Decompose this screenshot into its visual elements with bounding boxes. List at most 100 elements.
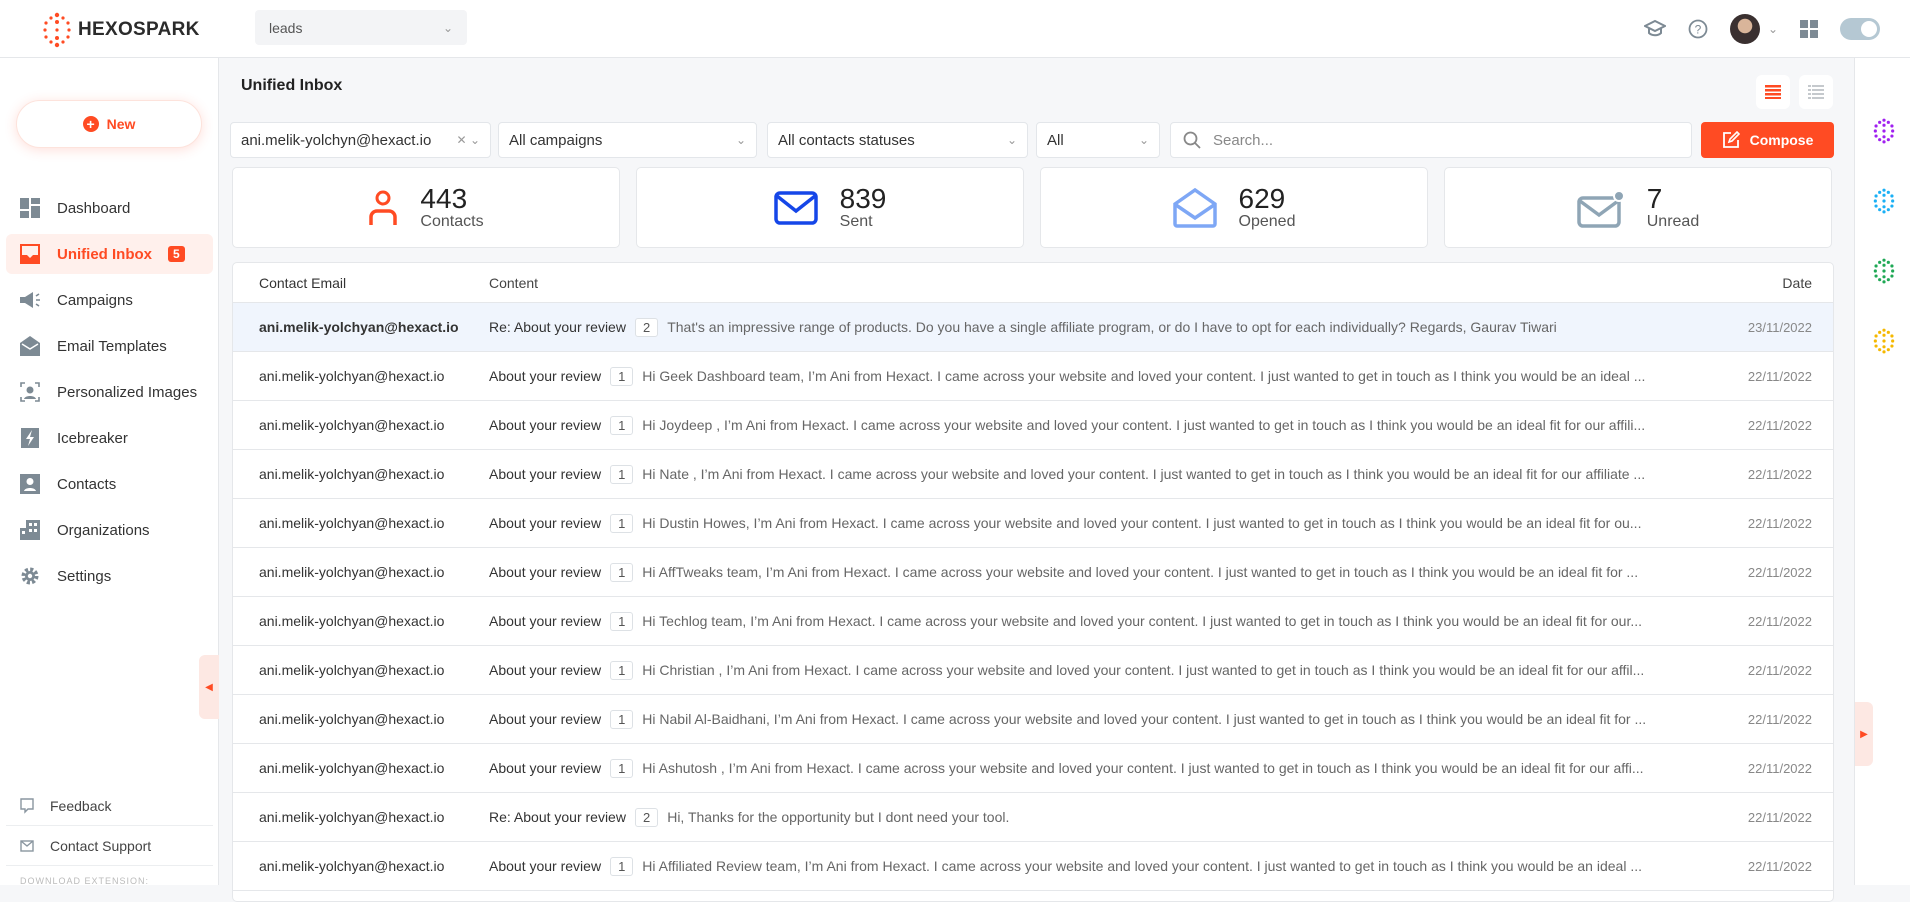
app-blue-icon[interactable] [1871,188,1897,214]
table-row[interactable]: ani.melik-yolchyan@hexact.io About your … [233,597,1833,646]
feedback-link[interactable]: Feedback [6,786,213,826]
sidebar-item-campaigns[interactable]: Campaigns [6,280,213,320]
message-count: 1 [610,611,634,631]
table-row[interactable]: ani.melik-yolchyan@hexact.io About your … [233,352,1833,401]
status-filter-value: All contacts statuses [778,131,915,149]
contact-email: ani.melik-yolchyan@hexact.io [259,564,445,580]
subject: About your review [489,368,602,384]
view-compact-button[interactable] [1756,75,1790,109]
sidebar-item-label: Contacts [57,475,117,493]
message-preview: Hi Christian , I’m Ani from Hexact. I ca… [642,662,1645,678]
subject: About your review [489,466,602,482]
message-date: 22/11/2022 [1747,760,1812,776]
table-row[interactable]: ani.melik-yolchyan@hexact.io About your … [233,842,1833,891]
campaign-filter-value: All campaigns [509,131,603,149]
type-filter[interactable]: All ⌄ [1036,122,1160,158]
sidebar-item-contacts[interactable]: Contacts [6,464,213,504]
chevron-right-icon: ▶ [1860,728,1868,740]
message-preview: Hi Nate , I’m Ani from Hexact. I came ac… [642,466,1646,482]
account-filter[interactable]: ani.melik-yolchyn@hexact.io ✕ ⌄ [230,122,491,158]
search-placeholder: Search... [1213,131,1274,149]
contact-email: ani.melik-yolchyan@hexact.io [259,858,445,874]
plus-icon: + [82,116,99,132]
stat-sent: 839 Sent [636,167,1024,248]
compose-button[interactable]: Compose [1701,122,1834,158]
message-preview: Hi Nabil Al-Baidhani, I’m Ani from Hexac… [642,711,1647,727]
svg-text:?: ? [1695,23,1702,37]
sidebar-nav: Dashboard Unified Inbox 5 Campaigns Email… [6,188,213,602]
user-menu[interactable]: ⌄ [1729,14,1778,44]
subject: About your review [489,858,602,874]
megaphone-icon [19,289,41,311]
open-envelope-icon [1172,187,1217,228]
contact-email: ani.melik-yolchyan@hexact.io [259,613,445,629]
compact-list-icon [1765,85,1781,99]
academy-icon[interactable] [1643,19,1666,39]
view-detailed-button[interactable] [1799,75,1833,109]
table-row[interactable]: ani.melik-yolchyan@hexact.io About your … [233,499,1833,548]
sidebar-item-dashboard[interactable]: Dashboard [6,188,213,228]
contact-person-icon [369,190,398,225]
clear-icon[interactable]: ✕ [457,133,467,147]
subject: Re: About your review [489,319,626,335]
contact-email: ani.melik-yolchyan@hexact.io [259,809,445,825]
help-icon[interactable]: ? [1688,19,1708,39]
message-date: 22/11/2022 [1747,466,1812,482]
icebreaker-icon [19,427,41,449]
subject: About your review [489,711,602,727]
expand-apps-panel-button[interactable]: ▶ [1855,702,1873,766]
table-row[interactable]: ani.melik-yolchyan@hexact.io Re: About y… [233,793,1833,842]
gear-icon [19,565,41,587]
message-date: 22/11/2022 [1747,809,1812,825]
app-green-icon[interactable] [1871,258,1897,284]
column-date[interactable]: Date [1782,275,1833,291]
table-row[interactable]: ani.melik-yolchyan@hexact.io Re: About y… [233,303,1833,352]
subject: About your review [489,760,602,776]
message-date: 22/11/2022 [1747,858,1812,874]
new-button[interactable]: + New [16,100,202,148]
app-purple-icon[interactable] [1871,118,1897,144]
avatar [1729,14,1760,44]
contact-email: ani.melik-yolchyan@hexact.io [259,319,459,335]
sidebar-item-organizations[interactable]: Organizations [6,510,213,550]
app-yellow-icon[interactable] [1871,328,1897,354]
personalized-image-icon [19,381,41,403]
message-count: 1 [610,660,634,680]
logo[interactable]: HEXOSPARK [42,12,200,48]
message-count: 1 [610,513,634,533]
apps-grid-icon[interactable] [1800,20,1818,38]
message-date: 22/11/2022 [1747,662,1812,678]
table-row[interactable]: ani.melik-yolchyan@hexact.io About your … [233,450,1833,499]
message-date: 22/11/2022 [1747,368,1812,384]
subject: About your review [489,417,602,433]
campaign-filter[interactable]: All campaigns ⌄ [498,122,757,158]
table-row[interactable]: ani.melik-yolchyan@hexact.io About your … [233,695,1833,744]
contact-email: ani.melik-yolchyan@hexact.io [259,466,445,482]
stat-label: Opened [1238,212,1296,230]
message-preview: That's an impressive range of products. … [667,319,1557,335]
table-row[interactable]: ani.melik-yolchyan@hexact.io About your … [233,646,1833,695]
chevron-down-icon: ⌄ [442,20,453,35]
contact-support-link[interactable]: Contact Support [6,826,213,866]
message-date: 22/11/2022 [1747,711,1812,727]
theme-toggle[interactable] [1840,18,1880,40]
sidebar-item-icebreaker[interactable]: Icebreaker [6,418,213,458]
status-filter[interactable]: All contacts statuses ⌄ [767,122,1028,158]
brand-name: HEXOSPARK [78,19,200,40]
table-row[interactable]: ani.melik-yolchyan@hexact.io About your … [233,744,1833,793]
sidebar-item-personalized-images[interactable]: Personalized Images [6,372,213,412]
contacts-icon [19,473,41,495]
message-count: 1 [610,366,634,386]
message-count: 1 [610,758,634,778]
column-contact-email[interactable]: Contact Email [233,275,489,291]
chevron-down-icon: ⌄ [1767,22,1778,36]
sidebar-item-unified-inbox[interactable]: Unified Inbox 5 [6,234,213,274]
workspace-select[interactable]: leads ⌄ [255,10,467,45]
table-row[interactable]: ani.melik-yolchyan@hexact.io About your … [233,548,1833,597]
search-input[interactable]: Search... [1170,122,1692,158]
sidebar-item-settings[interactable]: Settings [6,556,213,596]
table-row[interactable]: ani.melik-yolchyan@hexact.io About your … [233,401,1833,450]
collapse-sidebar-button[interactable]: ◀ [199,655,219,719]
sidebar-item-email-templates[interactable]: Email Templates [6,326,213,366]
account-filter-value: ani.melik-yolchyn@hexact.io [241,131,432,149]
